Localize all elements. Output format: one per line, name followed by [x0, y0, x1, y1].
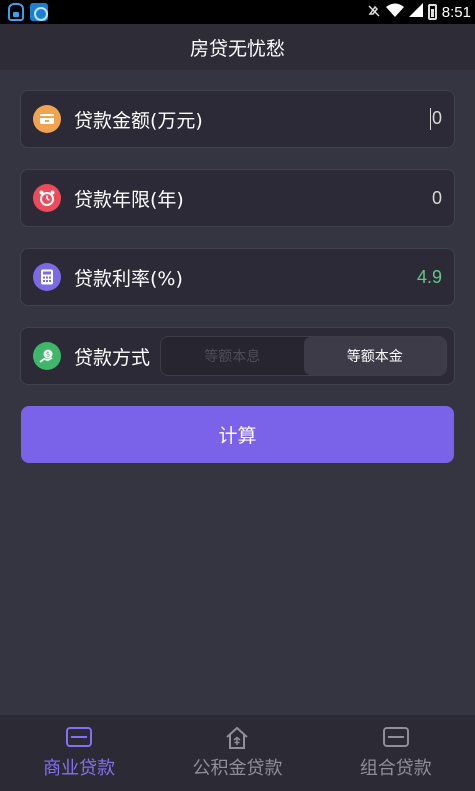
- option-equal-installment[interactable]: 等额本息: [161, 337, 304, 375]
- tab-provident-fund-loan[interactable]: 公积金贷款: [158, 715, 316, 791]
- signal-icon: [408, 3, 423, 21]
- status-right: 8:51: [367, 3, 471, 21]
- battery-icon: [427, 4, 437, 20]
- calculator-icon: [33, 263, 61, 291]
- repayment-method-row: $ 贷款方式 等额本息 等额本金: [20, 327, 455, 385]
- loan-years-label: 贷款年限(年): [74, 188, 184, 211]
- svg-text:$: $: [46, 351, 50, 359]
- loan-rate-row[interactable]: 贷款利率(%) 4.9: [20, 248, 455, 306]
- tab-label: 组合贷款: [359, 758, 432, 779]
- loan-years-input[interactable]: 0: [432, 188, 442, 209]
- loan-years-row[interactable]: 贷款年限(年) 0: [20, 169, 455, 227]
- page-title: 房贷无忧愁: [189, 37, 285, 60]
- title-bar: 房贷无忧愁: [0, 24, 475, 70]
- app-notification-icon-2: [30, 3, 48, 21]
- wallet-icon: [33, 105, 61, 133]
- repayment-method-segmented-control: 等额本息 等额本金: [160, 336, 448, 376]
- house-icon: [224, 726, 250, 749]
- card-icon: [66, 726, 93, 748]
- status-left: [8, 3, 48, 21]
- tab-label: 公积金贷款: [192, 758, 283, 779]
- app-notification-icon: [8, 3, 24, 21]
- alarm-clock-icon: [33, 184, 61, 212]
- status-time: 8:51: [441, 3, 471, 21]
- loan-amount-input[interactable]: 0: [429, 107, 442, 131]
- tab-label: 商业贷款: [43, 758, 116, 779]
- card-icon: [382, 726, 409, 748]
- money-hand-icon: $: [33, 342, 61, 370]
- status-bar: 8:51: [0, 0, 475, 24]
- option-equal-principal[interactable]: 等额本金: [303, 337, 447, 375]
- mute-icon: [367, 4, 381, 21]
- loan-amount-value: 0: [431, 107, 442, 128]
- text-cursor: [429, 108, 431, 131]
- loan-rate-input[interactable]: 4.9: [417, 267, 442, 288]
- repayment-method-label: 贷款方式: [74, 346, 151, 369]
- tab-combined-loan[interactable]: 组合贷款: [317, 715, 475, 791]
- wifi-icon: [385, 3, 404, 21]
- tab-commercial-loan[interactable]: 商业贷款: [0, 715, 158, 791]
- bottom-nav: 商业贷款 公积金贷款 组合贷款: [0, 715, 475, 791]
- loan-amount-row[interactable]: 贷款金额(万元) 0: [20, 90, 455, 148]
- calculate-button[interactable]: 计算: [21, 406, 454, 463]
- loan-amount-label: 贷款金额(万元): [74, 109, 203, 132]
- loan-rate-label: 贷款利率(%): [74, 267, 183, 290]
